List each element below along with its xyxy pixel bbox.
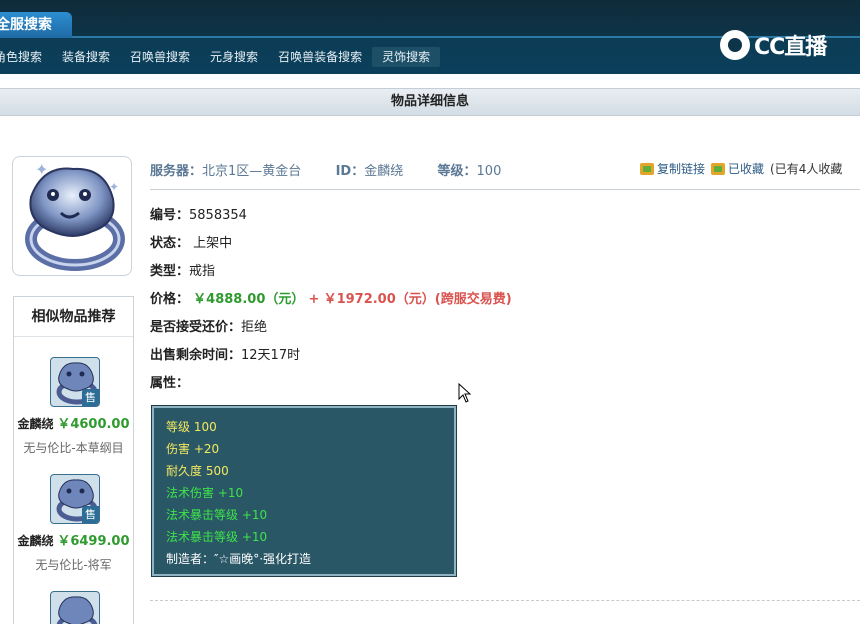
sale-badge: 售 (82, 506, 99, 523)
logo-text: CC直播 (754, 35, 827, 60)
item-actions: 复制链接 已收藏 (已有4人收藏 (640, 160, 842, 177)
tab-all-server-search[interactable]: 全服搜索 (0, 12, 72, 38)
type-value: 戒指 (189, 264, 216, 279)
price-label: 价格： (150, 292, 190, 307)
similar-item-name-price: 金麟绕 ￥4600.00 (14, 413, 133, 432)
status-value: 上架中 (193, 236, 233, 251)
bargain-value: 拒绝 (241, 320, 268, 335)
attr-line: 法术暴击等级 +10 (166, 508, 268, 522)
similar-items-panel: 相似物品推荐 售 金麟绕 ￥4600.00 无与伦比-本草纲目 售 金麟绕 ￥6… (13, 296, 134, 624)
bargain-field: 是否接受还价：拒绝 (150, 316, 267, 335)
item-image: ✦ ✦ (12, 156, 132, 276)
copy-link-icon (640, 162, 654, 175)
attr-line: 等级 100 (166, 420, 217, 434)
copy-link-button[interactable]: 复制链接 (640, 160, 705, 177)
remaining-time-field: 出售剩余时间：12天17时 (150, 344, 300, 363)
favorite-count: (已有4人收藏 (770, 162, 843, 176)
nav-summon-equip-search[interactable]: 召唤兽装备搜索 (268, 47, 372, 67)
server-label: 服务器： (150, 164, 203, 179)
nav-summon-search[interactable]: 召唤兽搜索 (120, 47, 200, 67)
cc-live-logo: CC直播 (720, 28, 827, 62)
number-field: 编号：5858354 (150, 204, 247, 223)
bargain-label: 是否接受还价： (150, 320, 242, 335)
page-title: 物品详细信息 (0, 88, 860, 116)
favorite-label: 已收藏 (728, 162, 765, 176)
similar-item-desc: 无与伦比-将军 (35, 558, 112, 572)
attr-line: 法术伤害 +10 (166, 486, 244, 500)
type-label: 类型： (150, 264, 190, 279)
copy-link-label: 复制链接 (657, 162, 706, 176)
similar-item-desc: 无与伦比-本草纲目 (23, 441, 124, 455)
favorite-button[interactable]: 已收藏 (711, 160, 764, 177)
similar-items-title: 相似物品推荐 (14, 297, 133, 337)
similar-item-thumb[interactable]: 售 (50, 357, 100, 407)
price-value: ￥4888.00（元） (193, 292, 305, 307)
status-label: 状态： (150, 236, 190, 251)
nav-yuanshen-search[interactable]: 元身搜索 (200, 47, 268, 67)
similar-item-name[interactable]: 金麟绕 (17, 534, 53, 548)
attribute-box: 等级 100 伤害 +20 耐久度 500 法术伤害 +10 法术暴击等级 +1… (151, 405, 457, 577)
attr-line: 耐久度 500 (166, 464, 229, 478)
logo-icon (720, 30, 750, 60)
sub-navigation: 角色搜索 装备搜索 召唤兽搜索 元身搜索 召唤兽装备搜索 灵饰搜索 (0, 46, 441, 68)
nav-role-search[interactable]: 角色搜索 (0, 47, 52, 67)
similar-item-thumb[interactable]: 售 (50, 474, 100, 524)
id-value: 金麟绕 (364, 164, 404, 179)
attributes-field: 属性： (150, 372, 189, 391)
ring-icon: ✦ ✦ (25, 160, 125, 271)
svg-text:✦: ✦ (35, 160, 48, 179)
nav-equipment-search[interactable]: 装备搜索 (52, 47, 120, 67)
level-label: 等级： (437, 164, 477, 179)
top-header: 全服搜索 CC直播 角色搜索 装备搜索 召唤兽搜索 元身搜索 召唤兽装备搜索 灵… (0, 0, 860, 74)
tab-label: 全服搜索 (0, 17, 52, 33)
level-value: 100 (476, 164, 502, 179)
similar-item-price: ￥4600.00 (57, 417, 130, 432)
attributes-label: 属性： (150, 376, 190, 391)
cross-server-fee: ￥1972.00（元）(跨服交易费) (323, 292, 512, 307)
favorite-icon (711, 162, 726, 175)
attr-line: 伤害 +20 (166, 442, 220, 456)
type-field: 类型：戒指 (150, 260, 215, 279)
mouse-cursor-icon (458, 383, 472, 403)
price-plus: + (308, 292, 320, 307)
server-value: 北京1区—黄金台 (202, 164, 302, 179)
svg-text:✦: ✦ (109, 180, 119, 194)
id-label: ID： (335, 164, 365, 179)
similar-item-thumb[interactable] (50, 591, 100, 624)
similar-item-name[interactable]: 金麟绕 (17, 417, 53, 431)
attr-line: 制造者：″☆画晚°·强化打造 (166, 552, 312, 566)
sale-badge: 售 (82, 389, 99, 406)
nav-lingshi-search[interactable]: 灵饰搜索 (372, 47, 441, 67)
dashed-divider (150, 600, 860, 601)
status-field: 状态： 上架中 (150, 232, 232, 251)
number-label: 编号： (150, 208, 190, 223)
similar-item-name-price: 金麟绕 ￥6499.00 (14, 530, 133, 549)
ring-icon (56, 596, 98, 624)
divider (150, 189, 860, 190)
price-field: 价格： ￥4888.00（元） + ￥1972.00（元）(跨服交易费) (150, 288, 512, 307)
remaining-time-value: 12天17时 (241, 348, 301, 363)
similar-item-price: ￥6499.00 (57, 534, 130, 549)
remaining-time-label: 出售剩余时间： (150, 348, 242, 363)
number-value: 5858354 (189, 208, 247, 223)
attr-line: 法术暴击等级 +10 (166, 530, 268, 544)
